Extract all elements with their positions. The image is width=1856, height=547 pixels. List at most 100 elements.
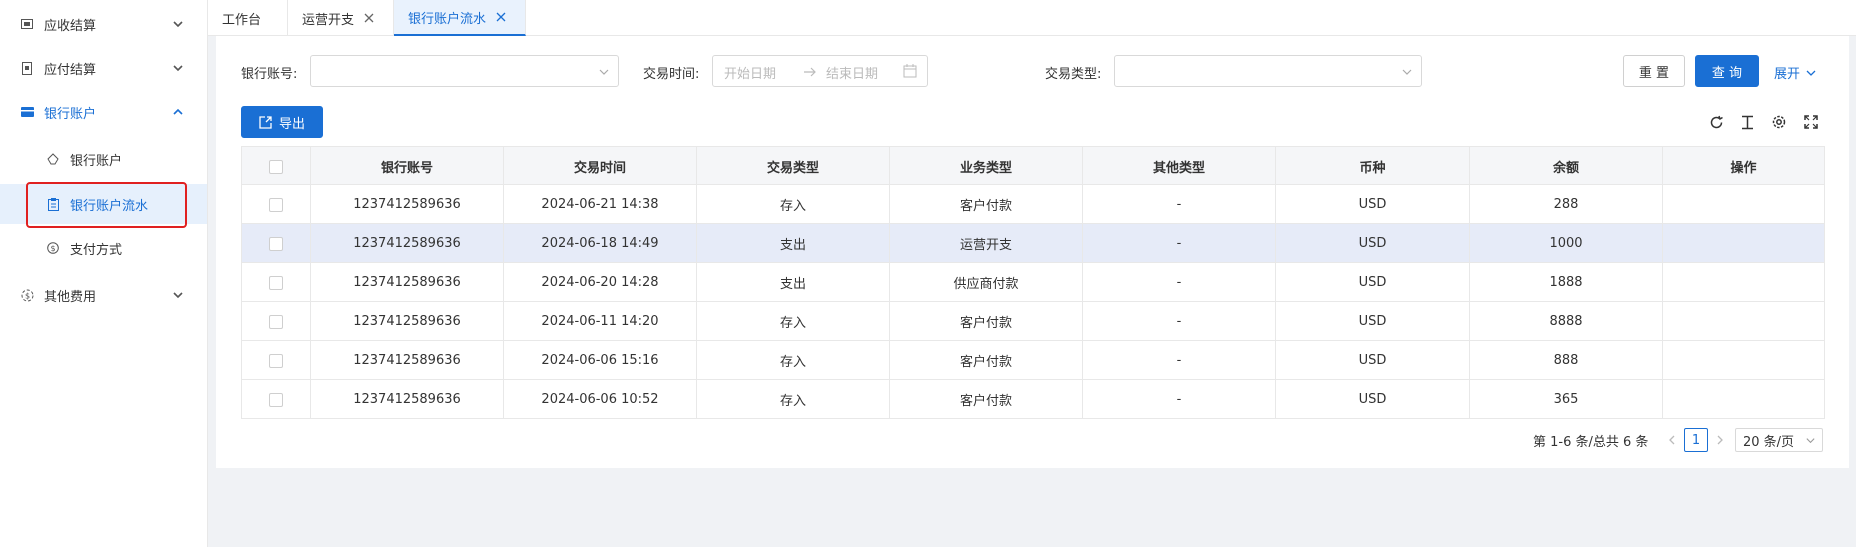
type-cell: 存入 — [696, 302, 889, 341]
header-cell[interactable]: 交易类型 — [696, 147, 889, 186]
tab-workbench[interactable]: 工作台 — [208, 0, 288, 36]
select-all-checkbox[interactable] — [269, 159, 283, 174]
action-cell — [1662, 185, 1825, 224]
start-date-input[interactable]: 开始日期 — [724, 63, 776, 82]
chevron-down-icon — [599, 69, 609, 75]
header-cell[interactable]: 银行账号 — [310, 147, 503, 186]
sub-item-bank-account[interactable]: 银行账户 — [0, 139, 207, 179]
table-row[interactable]: 1237412589636 2024-06-18 14:49 支出 运营开支 -… — [241, 224, 1825, 263]
balance-cell: 888 — [1469, 341, 1662, 380]
account-label: 银行账号: — [241, 67, 298, 82]
currency-cell: USD — [1275, 380, 1469, 419]
close-icon[interactable] — [496, 12, 506, 22]
pagination-summary: 第 1-6 条/总共 6 条 — [1533, 435, 1649, 450]
header-cell[interactable]: 余额 — [1469, 147, 1662, 186]
table-row[interactable]: 1237412589636 2024-06-11 14:20 存入 客户付款 -… — [241, 302, 1825, 341]
header-cell[interactable]: 交易时间 — [503, 147, 696, 186]
tab-bank-flow[interactable]: 银行账户流水 — [394, 0, 526, 36]
row-checkbox[interactable] — [269, 314, 283, 329]
menu-label: 银行账户 — [44, 106, 97, 122]
arrow-right-icon — [804, 67, 816, 77]
chevron-right-icon[interactable] — [1714, 434, 1726, 446]
end-date-input[interactable]: 结束日期 — [826, 63, 878, 82]
action-cell — [1662, 341, 1825, 380]
row-checkbox[interactable] — [269, 392, 283, 407]
row-select-cell — [241, 224, 310, 263]
header-cell[interactable]: 其他类型 — [1082, 147, 1275, 186]
account-cell: 1237412589636 — [310, 185, 503, 224]
refresh-icon[interactable] — [1707, 113, 1725, 131]
type-select[interactable] — [1114, 55, 1422, 87]
row-checkbox[interactable] — [269, 275, 283, 290]
time-cell: 2024-06-21 14:38 — [503, 185, 696, 224]
time-cell: 2024-06-06 10:52 — [503, 380, 696, 419]
type-cell: 支出 — [696, 224, 889, 263]
chevron-down-icon — [1806, 438, 1815, 444]
balance-cell: 1000 — [1469, 224, 1662, 263]
time-cell: 2024-06-06 15:16 — [503, 341, 696, 380]
type-cell: 存入 — [696, 185, 889, 224]
other-type-cell: - — [1082, 380, 1275, 419]
other-type-cell: - — [1082, 263, 1275, 302]
other-type-cell: - — [1082, 341, 1275, 380]
account-cell: 1237412589636 — [310, 380, 503, 419]
header-cell[interactable]: 业务类型 — [889, 147, 1082, 186]
settings-icon[interactable] — [1770, 113, 1788, 131]
account-cell: 1237412589636 — [310, 341, 503, 380]
currency-cell: USD — [1275, 341, 1469, 380]
time-cell: 2024-06-11 14:20 — [503, 302, 696, 341]
export-button[interactable]: 导出 — [241, 106, 323, 138]
expand-link[interactable]: 展开 — [1774, 63, 1817, 82]
balance-cell: 365 — [1469, 380, 1662, 419]
time-cell: 2024-06-20 14:28 — [503, 263, 696, 302]
page-button-current[interactable]: 1 — [1684, 428, 1708, 452]
page-size-select[interactable]: 20 条/页 — [1735, 428, 1823, 452]
balance-cell: 288 — [1469, 185, 1662, 224]
export-label: 导出 — [278, 116, 305, 132]
sub-label: 支付方式 — [70, 242, 123, 258]
tab-operating-expense[interactable]: 运营开支 — [288, 0, 394, 36]
action-cell — [1662, 263, 1825, 302]
query-button[interactable]: 查 询 — [1695, 55, 1759, 87]
row-select-cell — [241, 185, 310, 224]
menu-label: 其他费用 — [44, 289, 97, 305]
reset-button[interactable]: 重 置 — [1623, 55, 1685, 87]
chevron-down-icon — [173, 65, 183, 72]
row-select-cell — [241, 341, 310, 380]
menu-item-payable[interactable]: 应付结算 — [0, 48, 207, 88]
row-checkbox[interactable] — [269, 236, 283, 251]
menu-item-receivable[interactable]: 应收结算 — [0, 4, 207, 44]
account-select[interactable] — [310, 55, 619, 87]
menu-item-bank-account[interactable]: 银行账户 — [0, 92, 207, 132]
business-type-cell: 运营开支 — [889, 224, 1082, 263]
table-row[interactable]: 1237412589636 2024-06-06 10:52 存入 客户付款 -… — [241, 380, 1825, 419]
menu-label: 应付结算 — [44, 62, 97, 78]
density-icon[interactable] — [1738, 113, 1756, 131]
currency-cell: USD — [1275, 302, 1469, 341]
table-row[interactable]: 1237412589636 2024-06-06 15:16 存入 客户付款 -… — [241, 341, 1825, 380]
menu-item-other-fee[interactable]: $ 其他费用 — [0, 275, 207, 315]
table-row[interactable]: 1237412589636 2024-06-21 14:38 存入 客户付款 -… — [241, 185, 1825, 224]
balance-cell: 1888 — [1469, 263, 1662, 302]
expand-label: 展开 — [1774, 67, 1801, 82]
close-icon[interactable] — [364, 13, 374, 23]
action-cell — [1662, 224, 1825, 263]
currency-cell: USD — [1275, 263, 1469, 302]
chevron-left-icon[interactable] — [1666, 434, 1678, 446]
fullscreen-icon[interactable] — [1802, 113, 1820, 131]
other-fee-icon: $ — [20, 288, 34, 302]
chevron-down-icon — [1402, 69, 1412, 75]
header-cell[interactable]: 币种 — [1275, 147, 1469, 186]
business-type-cell: 客户付款 — [889, 185, 1082, 224]
date-range-picker[interactable]: 开始日期 结束日期 — [712, 55, 928, 87]
export-icon — [259, 115, 272, 129]
type-label: 交易类型: — [1045, 67, 1102, 82]
row-checkbox[interactable] — [269, 353, 283, 368]
table-row[interactable]: 1237412589636 2024-06-20 14:28 支出 供应商付款 … — [241, 263, 1825, 302]
highlight-box — [26, 182, 187, 228]
header-cell: 操作 — [1662, 147, 1825, 186]
other-type-cell: - — [1082, 185, 1275, 224]
type-cell: 存入 — [696, 380, 889, 419]
sub-item-payment[interactable]: $ 支付方式 — [0, 228, 207, 268]
row-checkbox[interactable] — [269, 197, 283, 212]
